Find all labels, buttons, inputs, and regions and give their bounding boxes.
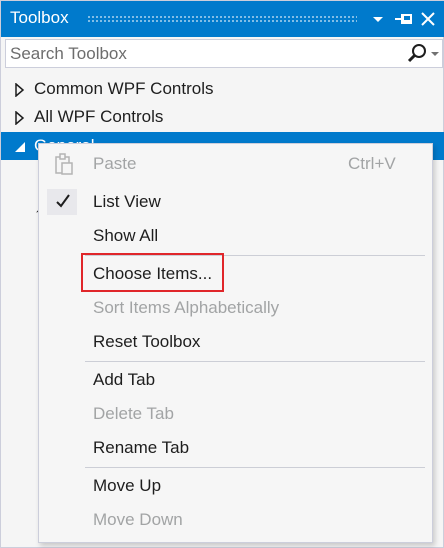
pin-icon[interactable]	[392, 7, 414, 31]
tree-item-label: Common WPF Controls	[34, 79, 214, 98]
collapse-arrow-icon[interactable]	[13, 139, 27, 153]
tree-item-all-wpf-controls[interactable]: All WPF Controls	[1, 103, 444, 131]
checkmark-icon	[55, 193, 71, 209]
toolbox-panel: Toolbox Search Toolbox Common WPF Contro…	[0, 0, 444, 548]
menu-item-shortcut: Ctrl+V	[348, 154, 396, 173]
menu-item-move-up[interactable]: Move Up	[39, 469, 432, 503]
close-icon[interactable]	[417, 7, 439, 31]
tree-item-label: All WPF Controls	[34, 107, 164, 126]
paste-icon	[51, 153, 75, 175]
menu-item-show-all[interactable]: Show All	[39, 219, 432, 253]
menu-item-label: Move Down	[93, 510, 183, 529]
window-title: Toolbox	[10, 8, 69, 27]
menu-item-label: List View	[93, 192, 161, 211]
menu-item-list-view[interactable]: List View	[39, 185, 432, 219]
menu-item-sort-items-alphabetically[interactable]: Sort Items Alphabetically	[39, 291, 432, 325]
menu-item-label: Paste	[93, 154, 137, 173]
menu-item-move-down[interactable]: Move Down	[39, 503, 432, 537]
expand-arrow-icon[interactable]	[13, 110, 27, 126]
toolbox-titlebar[interactable]: Toolbox	[1, 1, 444, 37]
menu-item-paste[interactable]: Paste Ctrl+V	[39, 147, 432, 181]
menu-separator	[85, 467, 425, 468]
tree-item-common-wpf-controls[interactable]: Common WPF Controls	[1, 75, 444, 103]
dropdown-arrow-icon[interactable]	[367, 7, 389, 31]
menu-item-rename-tab[interactable]: Rename Tab	[39, 431, 432, 465]
search-input[interactable]	[10, 42, 390, 66]
menu-item-label: Sort Items Alphabetically	[93, 298, 280, 317]
search-icon[interactable]	[404, 42, 442, 66]
menu-item-reset-toolbox[interactable]: Reset Toolbox	[39, 325, 432, 359]
menu-separator	[85, 361, 425, 362]
highlight-annotation-box	[81, 253, 224, 292]
search-box[interactable]	[5, 39, 443, 68]
expand-arrow-icon[interactable]	[13, 82, 27, 98]
menu-item-add-tab[interactable]: Add Tab	[39, 363, 432, 397]
menu-item-label: Rename Tab	[93, 438, 190, 457]
menu-item-label: Delete Tab	[93, 404, 174, 423]
menu-item-label: Move Up	[93, 476, 162, 495]
titlebar-drag-grip[interactable]	[87, 15, 357, 23]
menu-item-label: Add Tab	[93, 370, 156, 389]
menu-item-label: Show All	[93, 226, 159, 245]
menu-item-delete-tab[interactable]: Delete Tab	[39, 397, 432, 431]
context-menu: Paste Ctrl+V List View Show All Choose I…	[38, 143, 433, 543]
menu-item-label: Reset Toolbox	[93, 332, 201, 351]
